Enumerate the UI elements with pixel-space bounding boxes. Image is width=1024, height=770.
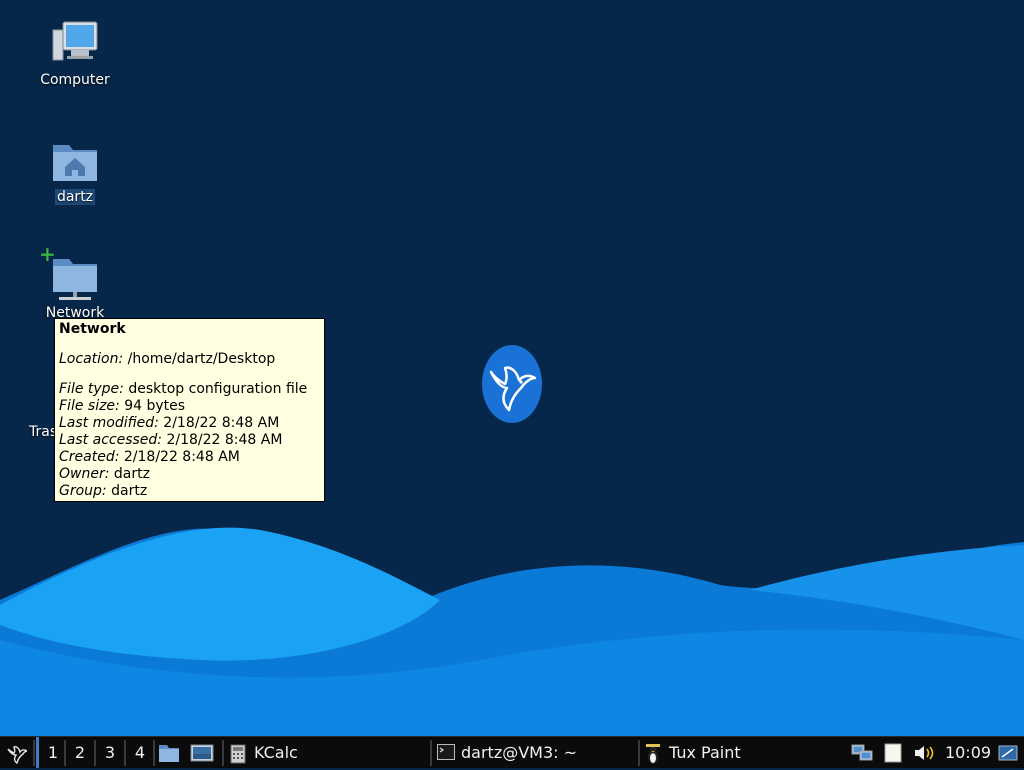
task-tux-paint[interactable]: Tux Paint — [645, 737, 840, 768]
desktop-icon-home[interactable]: dartz — [27, 137, 123, 205]
hummingbird-menu-icon — [7, 745, 27, 764]
taskbar: 1 2 3 4 KCalc dartz@VM3: ~ Tux Paint 10:… — [0, 736, 1024, 768]
taskbar-separator — [222, 740, 224, 766]
calculator-icon — [230, 744, 248, 763]
workspace-2-button[interactable]: 2 — [66, 737, 94, 768]
tooltip-title: Network — [59, 321, 126, 337]
computer-icon — [51, 20, 99, 68]
plus-icon: + — [39, 242, 56, 266]
tray-clipboard[interactable] — [882, 737, 904, 768]
tray-network[interactable] — [850, 737, 874, 768]
taskbar-separator — [638, 740, 640, 766]
display-launcher[interactable] — [188, 737, 216, 768]
file-info-tooltip: Network Location: /home/dartz/Desktop Fi… — [54, 318, 325, 502]
task-label: KCalc — [254, 743, 298, 762]
start-menu-button[interactable] — [2, 737, 30, 768]
tooltip-owner: Owner: dartz — [59, 466, 150, 482]
tooltip-last-accessed: Last accessed: 2/18/22 8:48 AM — [59, 432, 283, 448]
tray-clock[interactable]: 10:09 — [944, 737, 992, 768]
network-folder-icon: + — [39, 244, 99, 301]
tooltip-last-modified: Last modified: 2/18/22 8:48 AM — [59, 415, 280, 431]
tooltip-group: Group: dartz — [59, 483, 148, 499]
workspace-1-button[interactable]: 1 — [36, 737, 67, 768]
tray-volume[interactable] — [912, 737, 938, 768]
workspace-3-button[interactable]: 3 — [96, 737, 124, 768]
desktop-icon-network[interactable]: + Network — [27, 244, 123, 321]
show-desktop-icon — [998, 745, 1018, 760]
tooltip-created: Created: 2/18/22 8:48 AM — [59, 449, 240, 465]
tux-paint-icon — [645, 743, 663, 764]
network-status-icon — [851, 744, 873, 760]
desktop-icon-label: dartz — [54, 189, 96, 205]
hummingbird-logo — [482, 345, 542, 423]
home-folder-icon — [51, 137, 99, 185]
file-manager-launcher[interactable] — [156, 737, 182, 768]
tooltip-file-size: File size: 94 bytes — [59, 398, 186, 414]
tooltip-file-type: File type: desktop configuration file — [59, 381, 308, 397]
task-terminal[interactable]: dartz@VM3: ~ — [437, 737, 632, 768]
taskbar-separator — [153, 740, 155, 766]
taskbar-separator — [430, 740, 432, 766]
task-label: Tux Paint — [669, 743, 741, 762]
task-label: dartz@VM3: ~ — [461, 743, 578, 762]
desktop-icon-label: Computer — [40, 72, 110, 88]
display-icon — [190, 744, 214, 761]
terminal-icon — [437, 743, 455, 762]
clipboard-icon — [884, 743, 902, 762]
volume-icon — [915, 745, 934, 760]
show-desktop-button[interactable] — [996, 737, 1020, 768]
workspace-4-button[interactable]: 4 — [126, 737, 154, 768]
task-kcalc[interactable]: KCalc — [230, 737, 425, 768]
folder-icon — [159, 744, 179, 762]
tooltip-location: Location: /home/dartz/Desktop — [59, 351, 276, 367]
taskbar-separator — [33, 740, 35, 766]
desktop-icon-computer[interactable]: Computer — [27, 20, 123, 88]
